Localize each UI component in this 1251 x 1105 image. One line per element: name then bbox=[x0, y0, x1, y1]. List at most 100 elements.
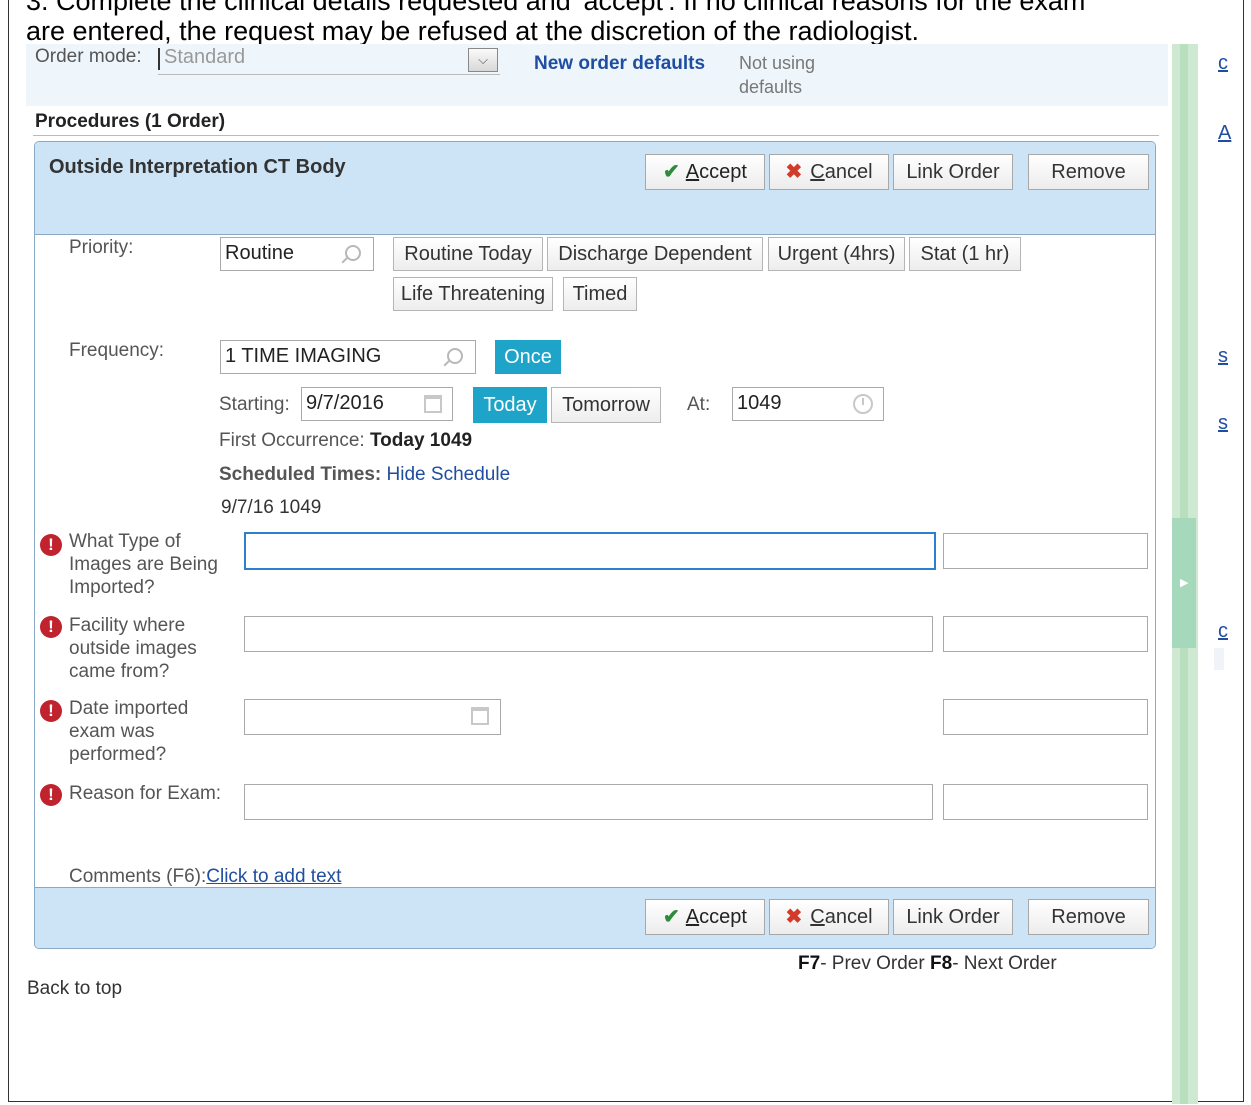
reason-comment-input[interactable] bbox=[943, 784, 1148, 820]
instruction-line-1: 3. Complete the clinical details request… bbox=[26, 0, 1086, 16]
new-order-defaults-link[interactable]: New order defaults bbox=[534, 53, 705, 75]
order-panel-footer: ✔ Accept ✖ Cancel Link Order Remove bbox=[35, 887, 1155, 948]
back-to-top-link[interactable]: Back to top bbox=[27, 978, 122, 1000]
priority-option-urgent[interactable]: Urgent (4hrs) bbox=[768, 237, 905, 271]
comments-row: Comments (F6):Click to add text bbox=[69, 866, 341, 888]
frequency-label: Frequency: bbox=[69, 340, 165, 361]
search-icon[interactable] bbox=[345, 245, 361, 261]
order-title: Outside Interpretation CT Body bbox=[49, 156, 346, 178]
add-comment-link[interactable]: Click to add text bbox=[206, 866, 341, 887]
checkmark-icon: ✔ bbox=[663, 161, 680, 183]
priority-option-timed[interactable]: Timed bbox=[563, 277, 637, 311]
reason-input[interactable] bbox=[244, 784, 933, 820]
priority-option-life-threatening[interactable]: Life Threatening bbox=[393, 277, 553, 311]
chevron-right-icon: ▶ bbox=[1180, 577, 1189, 589]
defaults-status: Not using defaults bbox=[739, 53, 816, 97]
priority-option-routine-today[interactable]: Routine Today bbox=[393, 237, 543, 271]
starting-date-value: 9/7/2016 bbox=[306, 392, 384, 414]
first-occurrence-label: First Occurrence: bbox=[219, 430, 365, 451]
scheduled-times: Scheduled Times: Hide Schedule bbox=[219, 464, 510, 486]
cancel-button[interactable]: ✖ Cancel bbox=[769, 899, 889, 935]
order-panel: Outside Interpretation CT Body ✔ Accept ✖… bbox=[34, 141, 1156, 949]
priority-value: Routine bbox=[225, 242, 294, 264]
procedures-title: Procedures (1 Order) bbox=[35, 111, 226, 132]
first-occurrence: First Occurrence: Today 1049 bbox=[219, 430, 472, 452]
required-alert-icon: ! bbox=[40, 784, 62, 806]
time-value: 1049 bbox=[737, 392, 782, 414]
frequency-option-once[interactable]: Once bbox=[495, 340, 561, 374]
link-order-button[interactable]: Link Order bbox=[893, 154, 1013, 190]
accept-label: ccept bbox=[699, 161, 747, 183]
sidebar-link-5[interactable]: c bbox=[1218, 620, 1228, 643]
today-button[interactable]: Today bbox=[473, 387, 547, 423]
order-panel-header: Outside Interpretation CT Body ✔ Accept ✖… bbox=[35, 142, 1155, 235]
cancel-label: ancel bbox=[824, 906, 873, 928]
sidebar-link-1[interactable]: c bbox=[1218, 52, 1228, 75]
image-type-comment-input[interactable] bbox=[943, 533, 1148, 569]
accept-button[interactable]: ✔ Accept bbox=[645, 899, 765, 935]
sidebar-highlight bbox=[1214, 648, 1224, 670]
comments-label: Comments (F6): bbox=[69, 866, 207, 887]
cancel-hotkey: C bbox=[810, 161, 825, 183]
order-navigation-help: F7- Prev Order F8- Next Order bbox=[798, 953, 1057, 975]
hide-schedule-link[interactable]: Hide Schedule bbox=[387, 464, 511, 485]
order-mode-label: Order mode: bbox=[35, 46, 142, 67]
tomorrow-button[interactable]: Tomorrow bbox=[551, 387, 661, 423]
exam-date-input[interactable] bbox=[244, 699, 501, 735]
clock-icon[interactable] bbox=[853, 394, 873, 414]
priority-label: Priority: bbox=[69, 237, 134, 258]
starting-label: Starting: bbox=[219, 394, 290, 415]
first-occurrence-value: Today 1049 bbox=[369, 430, 473, 451]
order-mode-value: Standard bbox=[164, 46, 246, 68]
close-icon: ✖ bbox=[785, 161, 803, 183]
required-alert-icon: ! bbox=[40, 616, 62, 638]
remove-button[interactable]: Remove bbox=[1028, 154, 1149, 190]
facility-comment-input[interactable] bbox=[943, 616, 1148, 652]
time-input[interactable]: 1049 bbox=[732, 387, 884, 421]
frequency-input[interactable]: 1 TIME IMAGING bbox=[220, 340, 476, 374]
sidebar-link-4[interactable]: s bbox=[1218, 412, 1228, 435]
text-caret bbox=[158, 48, 160, 70]
exam-date-comment-input[interactable] bbox=[943, 699, 1148, 735]
frequency-value: 1 TIME IMAGING bbox=[225, 345, 382, 367]
chevron-down-icon[interactable]: ⌵ bbox=[468, 48, 498, 72]
close-icon: ✖ bbox=[785, 906, 803, 928]
divider bbox=[33, 135, 1159, 136]
cancel-button[interactable]: ✖ Cancel bbox=[769, 154, 889, 190]
calendar-icon[interactable] bbox=[471, 707, 489, 725]
accept-label: ccept bbox=[699, 906, 747, 928]
cancel-hotkey: C bbox=[810, 906, 825, 928]
order-mode-select[interactable]: Standard ⌵ bbox=[158, 46, 500, 75]
schedule-entry: 9/7/16 1049 bbox=[221, 497, 322, 518]
next-order-key: F8 bbox=[930, 953, 953, 974]
question-label-facility: Facility where outside images came from? bbox=[69, 615, 197, 682]
accept-button[interactable]: ✔ Accept bbox=[645, 154, 765, 190]
priority-input[interactable]: Routine bbox=[220, 237, 374, 271]
image-type-input[interactable] bbox=[244, 532, 936, 570]
at-label: At: bbox=[687, 394, 711, 415]
link-order-button[interactable]: Link Order bbox=[893, 899, 1013, 935]
prev-order-key: F7 bbox=[798, 953, 821, 974]
remove-button[interactable]: Remove bbox=[1028, 899, 1149, 935]
prev-order-label: - Prev Order bbox=[820, 953, 930, 974]
instruction-line-2: are entered, the request may be refused … bbox=[26, 16, 920, 46]
priority-option-discharge-dependent[interactable]: Discharge Dependent bbox=[547, 237, 763, 271]
accept-hotkey: A bbox=[685, 161, 700, 183]
search-icon[interactable] bbox=[447, 348, 463, 364]
question-label-reason: Reason for Exam: bbox=[69, 783, 222, 804]
sidebar-expand-tab[interactable]: ▶ bbox=[1172, 518, 1196, 648]
facility-input[interactable] bbox=[244, 616, 933, 652]
cancel-label: ancel bbox=[824, 161, 873, 183]
required-alert-icon: ! bbox=[40, 700, 62, 722]
starting-date-input[interactable]: 9/7/2016 bbox=[301, 387, 453, 421]
required-alert-icon: ! bbox=[40, 534, 62, 556]
calendar-icon[interactable] bbox=[424, 395, 442, 413]
sidebar-link-2[interactable]: A bbox=[1218, 122, 1231, 145]
question-label-exam-date: Date imported exam was performed? bbox=[69, 698, 189, 765]
accept-hotkey: A bbox=[685, 906, 700, 928]
priority-option-stat[interactable]: Stat (1 hr) bbox=[909, 237, 1021, 271]
sidebar-link-3[interactable]: s bbox=[1218, 345, 1228, 368]
question-label-image-type: What Type of Images are Being Imported? bbox=[69, 531, 218, 598]
scheduled-times-label: Scheduled Times: bbox=[219, 464, 382, 485]
checkmark-icon: ✔ bbox=[663, 906, 680, 928]
